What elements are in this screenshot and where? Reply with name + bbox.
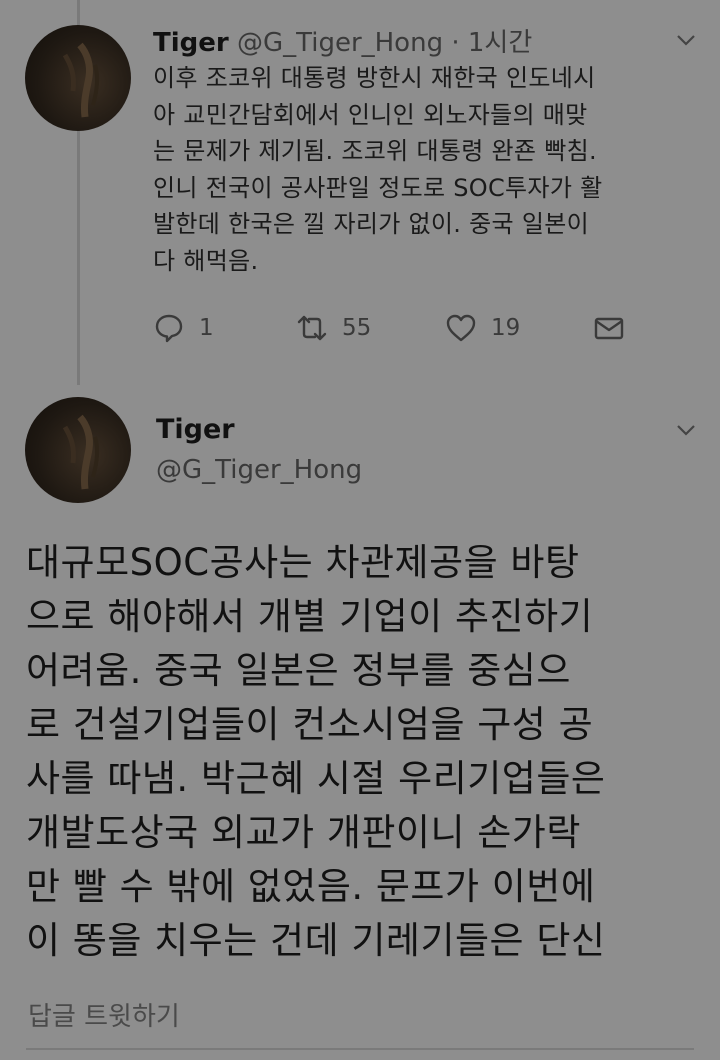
like-button[interactable]: 19: [445, 312, 520, 344]
tweet-text-line: 는 문제가 제기됨. 조코위 대통령 완죤 빡침.: [153, 137, 597, 165]
main-tweet-text: 대규모SOC공사는 차관제공을 바탕 으로 해야해서 개별 기업이 추진하기 어…: [26, 536, 716, 968]
reply-author-handle-time: @G_Tiger_Hong · 1시간: [236, 28, 533, 58]
tweet-actions: 1 55 19: [153, 312, 653, 352]
avatar[interactable]: [25, 25, 131, 131]
tweet-text-line: 로 건설기업들이 컨소시엄을 구성 공: [26, 703, 594, 746]
tweet-text-line: 아 교민간담회에서 인니인 외노자들의 매맞: [153, 100, 588, 129]
tweet-text-line: 다 해먹음.: [153, 246, 259, 275]
tweet-text-line: 개발도상국 외교가 개판이니 손가락: [26, 811, 581, 854]
tweet-text-line: 이 똥을 치우는 건데 기레기들은 단신: [26, 919, 606, 962]
tweet-text-line: 으로 해야해서 개별 기업이 추진하기: [26, 595, 594, 638]
direct-message-button[interactable]: [593, 312, 639, 344]
tweet-text-line: 만 빨 수 밖에 없었음. 문프가 이번에: [26, 865, 596, 908]
tweet-text-line: 사를 따냄. 박근혜 시절 우리기업들은: [26, 757, 606, 800]
avatar-image: [62, 414, 100, 490]
envelope-icon: [594, 317, 624, 340]
speech-bubble-icon: [155, 314, 183, 343]
main-author-handle[interactable]: @G_Tiger_Hong: [156, 455, 362, 485]
input-underline: [26, 1048, 694, 1050]
tweet-text-line: 인니 전국이 공사판일 정도로 SOC투자가 활: [153, 173, 603, 202]
avatar[interactable]: [25, 397, 131, 503]
tweet-text-line: 발한데 한국은 낄 자리가 없이. 중국 일본이: [153, 210, 589, 238]
reply-tweet-text: 이후 조코위 대통령 방한시 재한국 인도네시 아 교민간담회에서 인니인 외노…: [153, 60, 698, 279]
reply-author-name[interactable]: Tiger: [153, 28, 229, 58]
heart-icon: [446, 314, 476, 342]
like-count: 19: [491, 315, 521, 341]
main-author-name[interactable]: Tiger: [156, 414, 235, 445]
retweet-button[interactable]: 55: [296, 312, 371, 344]
reply-button[interactable]: 1: [153, 312, 214, 344]
chevron-down-icon[interactable]: [676, 28, 696, 52]
reply-tweet-input[interactable]: 답글 트윗하기: [28, 996, 180, 1033]
tweet-text-line: 어려움. 중국 일본은 정부를 중심으: [26, 649, 571, 692]
chevron-down-icon[interactable]: [676, 418, 696, 442]
tweet-text-line: 이후 조코위 대통령 방한시 재한국 인도네시: [153, 64, 596, 92]
reply-tweet-header: Tiger @G_Tiger_Hong · 1시간: [153, 22, 532, 59]
avatar-image: [62, 42, 100, 118]
tweet-text-line: 대규모SOC공사는 차관제공을 바탕: [26, 541, 580, 584]
retweet-count: 55: [342, 315, 372, 341]
retweet-icon: [297, 315, 327, 341]
reply-count: 1: [199, 315, 214, 341]
